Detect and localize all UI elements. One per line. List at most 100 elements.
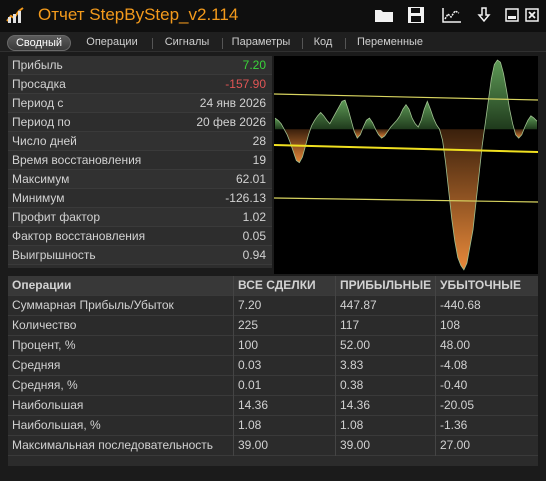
reference-line	[274, 197, 538, 203]
tab-separator	[345, 38, 346, 49]
stat-label: Период с	[12, 96, 64, 110]
table-header: Операции ВСЕ СДЕЛКИ ПРИБЫЛЬНЫЕ УБЫТОЧНЫЕ	[8, 276, 538, 296]
stat-value-recovery-time: 19	[252, 153, 266, 167]
cell-losing: -440.68	[440, 298, 481, 312]
stat-row-drawdown: Просадка -157.90	[8, 75, 272, 94]
stat-row-profit: Прибыль 7.20	[8, 56, 272, 75]
stat-row-maximum: Максимум 62.01	[8, 170, 272, 189]
cell-all-trades: 0.03	[234, 356, 336, 376]
cell-profitable: 52.00	[336, 336, 436, 356]
stat-label: Время восстановления	[12, 153, 142, 167]
stat-label: Максимум	[12, 172, 70, 186]
table-row: Количество 225 117 108	[8, 316, 538, 336]
cell-profitable: 117	[336, 316, 436, 336]
stat-value-win-rate: 0.94	[242, 248, 266, 262]
stat-row-period-to: Период по 20 фев 2026	[8, 113, 272, 132]
stat-label: Период по	[12, 115, 71, 129]
stat-value-recovery-factor: 0.05	[242, 229, 266, 243]
tab-code[interactable]: Код	[307, 35, 339, 51]
stat-value-period-to: 20 фев 2026	[196, 115, 266, 129]
row-label: Максимальная последовательность	[8, 436, 234, 456]
cell-losing: 108	[440, 318, 461, 332]
column-header: ПРИБЫЛЬНЫЕ	[336, 276, 436, 296]
cell-losing: 48.00	[440, 338, 471, 352]
download-icon[interactable]	[473, 4, 495, 26]
column-header: Операции	[8, 276, 234, 296]
cell-profitable: 14.36	[336, 396, 436, 416]
tab-separator	[302, 38, 303, 49]
tab-operations[interactable]: Операции	[80, 35, 144, 51]
table-row: Процент, % 100 52.00 48.00	[8, 336, 538, 356]
stat-row-days: Число дней 28	[8, 132, 272, 151]
column-header: УБЫТОЧНЫЕ	[440, 278, 522, 292]
app-logo-icon	[6, 6, 24, 24]
row-label: Средняя	[8, 356, 234, 376]
table-row: Средняя 0.03 3.83 -4.08	[8, 356, 538, 376]
title-bar: Отчет StepByStep_v2.114	[0, 0, 546, 32]
minimize-icon[interactable]	[501, 4, 523, 26]
cell-losing: -20.05	[440, 398, 475, 412]
folder-icon[interactable]	[373, 4, 395, 26]
table-row: Максимальная последовательность 39.00 39…	[8, 436, 538, 456]
stat-row-period-from: Период с 24 янв 2026	[8, 94, 272, 113]
stat-row-profit-factor: Профит фактор 1.02	[8, 208, 272, 227]
stat-label: Фактор восстановления	[12, 229, 146, 243]
close-icon[interactable]	[521, 4, 543, 26]
tab-summary[interactable]: Сводный	[7, 35, 71, 51]
profit-area	[523, 115, 537, 130]
stat-row-minimum: Минимум -126.13	[8, 189, 272, 208]
row-label: Наибольшая, %	[8, 416, 234, 436]
chart-export-icon[interactable]	[441, 4, 463, 26]
stat-row-recovery-time: Время восстановления 19	[8, 151, 272, 170]
profit-area	[275, 118, 285, 130]
column-header: ВСЕ СДЕЛКИ	[234, 276, 336, 296]
equity-chart-svg	[274, 59, 538, 271]
stat-label: Число дней	[12, 134, 77, 148]
table-row: Суммарная Прибыль/Убыток 7.20 447.87 -44…	[8, 296, 538, 316]
stat-value-minimum: -126.13	[225, 191, 266, 205]
stat-row-recovery-factor: Фактор восстановления 0.05	[8, 227, 272, 246]
stat-value-maximum: 62.01	[235, 172, 266, 186]
tab-signals[interactable]: Сигналы	[157, 35, 217, 51]
cell-profitable: 447.87	[336, 296, 436, 316]
table-row: Наибольшая, % 1.08 1.08 -1.36	[8, 416, 538, 436]
tab-separator	[152, 38, 153, 49]
stat-value-days: 28	[252, 134, 266, 148]
stat-label: Выигрышность	[12, 248, 96, 262]
profit-area	[310, 100, 354, 130]
table-row: Наибольшая 14.36 14.36 -20.05	[8, 396, 538, 416]
row-label: Суммарная Прибыль/Убыток	[8, 296, 234, 316]
row-label: Количество	[8, 316, 234, 336]
row-label: Средняя, %	[8, 376, 234, 396]
stat-label: Прибыль	[12, 58, 63, 72]
cell-losing: -0.40	[440, 378, 468, 392]
cell-profitable: 1.08	[336, 416, 436, 436]
cell-all-trades: 100	[234, 336, 336, 356]
cell-all-trades: 39.00	[234, 436, 336, 456]
cell-losing: -1.36	[440, 418, 468, 432]
stat-value-profit: 7.20	[242, 58, 266, 72]
stat-label: Минимум	[12, 191, 65, 205]
operations-table: Операции ВСЕ СДЕЛКИ ПРИБЫЛЬНЫЕ УБЫТОЧНЫЕ…	[8, 276, 538, 466]
row-label: Процент, %	[8, 336, 234, 356]
stat-row-win-rate: Выигрышность 0.94	[8, 246, 272, 265]
tab-separator	[222, 38, 223, 49]
cell-losing: 27.00	[440, 438, 471, 452]
stat-label: Профит фактор	[12, 210, 101, 224]
cell-all-trades: 225	[234, 316, 336, 336]
stat-value-drawdown: -157.90	[225, 77, 266, 91]
stat-value-period-from: 24 янв 2026	[199, 96, 266, 110]
tab-bar: Сводный Операции Сигналы Параметры Код П…	[0, 32, 546, 52]
row-label: Наибольшая	[8, 396, 234, 416]
stat-value-profit-factor: 1.02	[242, 210, 266, 224]
tab-variables[interactable]: Переменные	[350, 35, 430, 51]
cell-losing: -4.08	[440, 358, 468, 372]
tab-parameters[interactable]: Параметры	[226, 35, 296, 51]
cell-profitable: 39.00	[336, 436, 436, 456]
equity-chart	[274, 56, 538, 274]
profit-area	[389, 101, 440, 130]
cell-all-trades: 1.08	[234, 416, 336, 436]
cell-all-trades: 7.20	[234, 296, 336, 316]
save-icon[interactable]	[405, 4, 427, 26]
cell-all-trades: 14.36	[234, 396, 336, 416]
